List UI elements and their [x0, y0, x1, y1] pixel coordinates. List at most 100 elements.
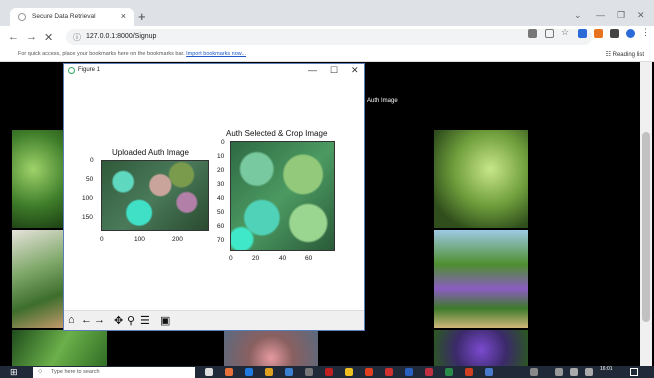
plot2-ytick: 10 — [217, 153, 225, 160]
figure-minimize-button[interactable]: — — [308, 65, 317, 75]
file-explorer-icon[interactable] — [265, 368, 273, 376]
favicon-icon — [18, 13, 26, 21]
bookmarks-hint: For quick access, place your bookmarks h… — [18, 51, 185, 57]
uploaded-auth-image — [101, 160, 209, 231]
plot1-xtick: 200 — [172, 236, 183, 243]
plot2-ytick: 60 — [217, 223, 225, 230]
taskbar-app-icon[interactable] — [385, 368, 393, 376]
page-scrollbar[interactable] — [640, 62, 652, 366]
plot1-ytick: 50 — [86, 176, 94, 183]
figure-close-button[interactable]: ✕ — [351, 65, 359, 76]
people-icon[interactable] — [530, 368, 538, 376]
notification-icon[interactable] — [630, 368, 638, 376]
word-icon[interactable] — [405, 368, 413, 376]
folder-icon[interactable] — [345, 368, 353, 376]
plot2-xtick: 60 — [305, 255, 313, 262]
new-tab-button[interactable]: + — [138, 9, 146, 24]
puzzle-icon[interactable] — [610, 29, 619, 38]
pan-icon[interactable]: ✥ — [114, 314, 123, 327]
powerpoint-icon[interactable] — [465, 368, 473, 376]
figure-title-bar[interactable]: Figure 1 — [64, 64, 364, 78]
python-icon[interactable] — [485, 368, 493, 376]
figure-title: Figure 1 — [78, 67, 101, 73]
excel-icon[interactable] — [445, 368, 453, 376]
window-minimize-button[interactable]: — — [596, 10, 605, 20]
taskbar-search-input[interactable]: ○ Type here to search — [33, 367, 195, 378]
figure-app-icon — [68, 67, 75, 74]
plant-image — [12, 230, 65, 328]
lotus-image — [224, 330, 318, 366]
tray-up-icon[interactable] — [555, 368, 563, 376]
figure-toolbar: ⌂ ← → ✥ ⚲ ☰ ▣ — [64, 310, 364, 330]
figure-maximize-button[interactable]: ☐ — [330, 65, 338, 76]
plot2-ytick: 0 — [221, 139, 225, 146]
forward-icon[interactable]: → — [94, 314, 105, 326]
back-icon[interactable]: ← — [81, 314, 92, 326]
flower-image — [434, 330, 528, 366]
calculator-icon[interactable] — [305, 368, 313, 376]
tab-search-icon[interactable]: ⌄ — [574, 10, 582, 21]
reading-list-button[interactable]: ☷ Reading list — [606, 51, 644, 58]
extension-shield-icon[interactable] — [578, 29, 587, 38]
extension-fox-icon[interactable] — [594, 29, 603, 38]
chrome-icon[interactable] — [365, 368, 373, 376]
url-text: 127.0.0.1:8000/Signup — [86, 33, 157, 40]
menu-icon[interactable]: ⋮ — [641, 27, 650, 37]
taskbar-app-icon[interactable] — [225, 368, 233, 376]
taskbar-app-icon[interactable] — [325, 368, 333, 376]
search-placeholder: Type here to search — [51, 369, 100, 375]
sprout-hand-image — [434, 130, 528, 228]
plot1-ytick: 100 — [82, 195, 93, 202]
reading-list-label: Reading list — [612, 52, 644, 58]
back-arrow-icon[interactable]: ← — [8, 31, 19, 43]
reading-list-icon: ☷ — [605, 52, 613, 58]
forward-arrow-icon[interactable]: → — [26, 31, 37, 43]
plot1-ytick: 0 — [90, 157, 94, 164]
browser-tab[interactable]: Secure Data Retrieval × — [10, 8, 134, 26]
url-input[interactable]: ⓘ 127.0.0.1:8000/Signup — [66, 29, 592, 45]
address-bar-row: ← → ✕ ⓘ 127.0.0.1:8000/Signup — [0, 26, 654, 48]
network-icon[interactable] — [570, 368, 578, 376]
plot1-ytick: 150 — [82, 214, 93, 221]
window-maximize-button[interactable]: ❐ — [617, 10, 625, 21]
scrollbar-thumb[interactable] — [642, 132, 650, 322]
mail-icon[interactable] — [285, 368, 293, 376]
plot1-title: Uploaded Auth Image — [112, 148, 189, 157]
windows-start-icon[interactable]: ⊞ — [10, 367, 18, 378]
home-icon[interactable]: ⌂ — [68, 314, 75, 326]
bookmarks-bar: For quick access, place your bookmarks h… — [0, 48, 654, 62]
star-icon[interactable]: ☆ — [561, 27, 570, 37]
windows-taskbar: ⊞ ○ Type here to search 16:01 — [0, 366, 654, 378]
volume-icon[interactable] — [585, 368, 593, 376]
tab-close-button[interactable]: × — [121, 11, 126, 21]
edge-icon[interactable] — [245, 368, 253, 376]
import-bookmarks-link[interactable]: Import bookmarks now... — [186, 51, 246, 57]
zoom-icon[interactable]: ⚲ — [127, 314, 135, 327]
save-icon[interactable]: ▣ — [160, 314, 170, 327]
leaves-image — [12, 330, 107, 366]
figure-window[interactable]: Figure 1 — ☐ ✕ Uploaded Auth Image 0 50 … — [63, 63, 365, 331]
taskbar-clock[interactable]: 16:01 — [600, 366, 613, 372]
configure-subplots-icon[interactable]: ☰ — [140, 314, 150, 327]
search-icon: ○ — [38, 368, 43, 375]
tab-title: Secure Data Retrieval — [32, 13, 96, 20]
plot2-ytick: 50 — [217, 209, 225, 216]
plot2-ytick: 30 — [217, 181, 225, 188]
cropped-auth-image — [230, 141, 335, 251]
key-icon[interactable] — [528, 29, 537, 38]
plot2-ytick: 40 — [217, 195, 225, 202]
profile-icon[interactable] — [626, 29, 635, 38]
site-info-icon[interactable]: ⓘ — [73, 32, 81, 43]
plot1-xtick: 0 — [100, 236, 104, 243]
plot1-xtick: 100 — [134, 236, 145, 243]
plot2-xtick: 0 — [229, 255, 233, 262]
plot2-xtick: 20 — [252, 255, 260, 262]
plant-image — [12, 130, 65, 228]
share-icon[interactable] — [545, 29, 554, 38]
plot2-ytick: 70 — [217, 237, 225, 244]
browser-tab-strip: Secure Data Retrieval × + ⌄ — ❐ ✕ — [0, 0, 654, 26]
reload-icon[interactable]: ✕ — [44, 31, 53, 44]
task-view-icon[interactable] — [205, 368, 213, 376]
acrobat-icon[interactable] — [425, 368, 433, 376]
window-close-button[interactable]: ✕ — [637, 10, 645, 21]
